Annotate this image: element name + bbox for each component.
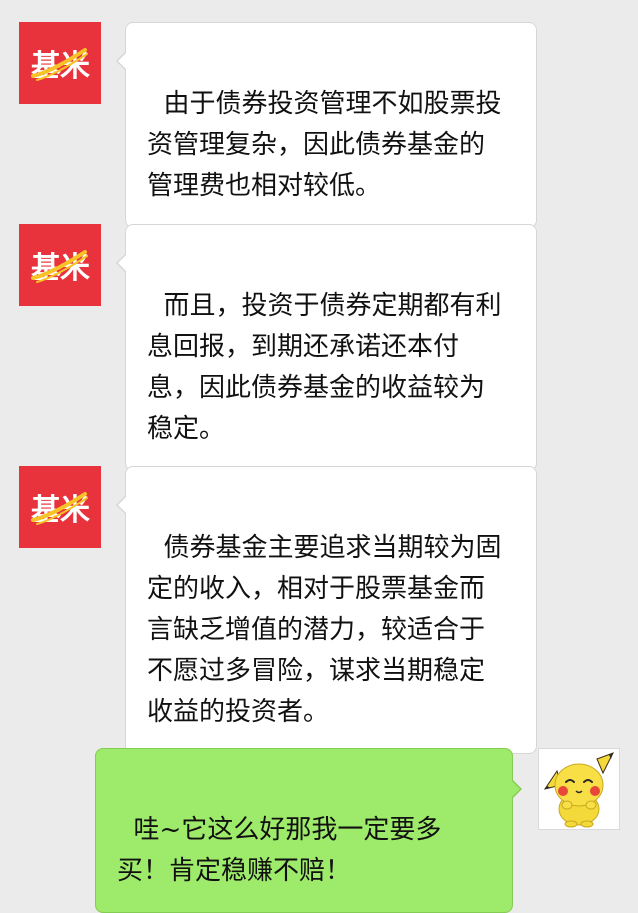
pikachu-avatar-icon bbox=[543, 752, 615, 828]
message-text: 债券基金主要追求当期较为固 定的收入，相对于股票基金而 言缺乏增值的潜力，较适合… bbox=[147, 533, 502, 727]
message-bubble-incoming[interactable]: 由于债券投资管理不如股票投 资管理复杂，因此债券基金的 管理费也相对较低。 bbox=[116, 22, 537, 228]
swoosh-icon bbox=[31, 48, 88, 81]
message-text: 而且，投资于债券定期都有利 息回报，到期还承诺还本付 息，因此债券基金的收益较为… bbox=[147, 291, 502, 444]
message-bubble-incoming[interactable]: 债券基金主要追求当期较为固 定的收入，相对于股票基金而 言缺乏增值的潜力，较适合… bbox=[116, 466, 537, 754]
message-bubble-incoming[interactable]: 而且，投资于债券定期都有利 息回报，到期还承诺还本付 息，因此债券基金的收益较为… bbox=[116, 224, 537, 471]
user-avatar[interactable] bbox=[538, 748, 620, 830]
swoosh-icon bbox=[31, 250, 88, 283]
message-text: 哇~它这么好那我一定要多 买！肯定稳赚不赔！ bbox=[117, 815, 442, 886]
brand-avatar[interactable]: 基米 bbox=[19, 466, 101, 548]
swoosh-icon bbox=[31, 492, 88, 525]
brand-avatar[interactable]: 基米 bbox=[19, 22, 101, 104]
brand-avatar[interactable]: 基米 bbox=[19, 224, 101, 306]
message-bubble-outgoing[interactable]: 哇~它这么好那我一定要多 买！肯定稳赚不赔！ bbox=[95, 748, 522, 913]
message-text: 由于债券投资管理不如股票投 资管理复杂，因此债券基金的 管理费也相对较低。 bbox=[147, 89, 502, 201]
